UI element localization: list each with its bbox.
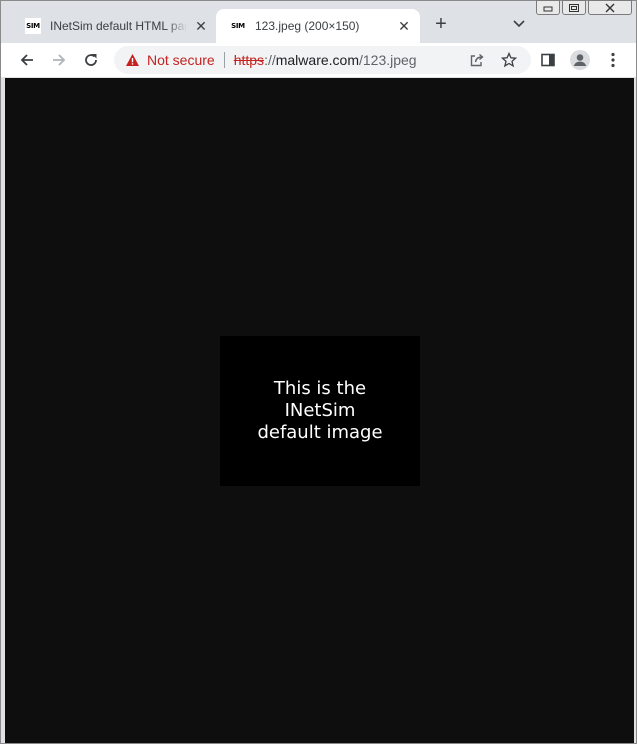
reload-icon [85,54,97,66]
tab-search-button[interactable] [509,13,529,35]
displayed-image: This is the INetSim default image [220,336,420,486]
back-arrow-icon [20,54,33,66]
warning-triangle-icon[interactable] [124,52,140,68]
share-icon [470,53,484,67]
tab-strip: SIM INetSim default HTML page ✕ SIM 123.… [1,0,636,43]
tab-inetsim-html[interactable]: SIM INetSim default HTML page ✕ [11,9,217,43]
page-viewport: This is the INetSim default image [5,78,634,743]
profile-button[interactable] [566,46,594,74]
kebab-menu-icon [611,52,615,68]
side-panel-icon [541,53,555,67]
inetsim-favicon-icon: SIM [25,18,41,34]
back-button[interactable] [13,46,41,74]
forward-button[interactable] [45,46,73,74]
chevron-down-icon [513,20,525,28]
url-separator: :// [264,52,276,68]
minimize-button[interactable] [536,0,560,15]
inetsim-favicon-icon: SIM [230,18,246,34]
close-tab-icon[interactable]: ✕ [396,18,412,34]
menu-button[interactable] [599,46,627,74]
url-text[interactable]: https://malware.com/123.jpeg [234,52,417,68]
tab-title: INetSim default HTML page [50,19,187,33]
bookmark-button[interactable] [498,49,520,71]
divider [223,52,225,68]
forward-arrow-icon [53,54,66,66]
reload-button[interactable] [77,46,105,74]
share-button[interactable] [466,49,488,71]
window-controls [536,0,632,16]
image-caption: This is the INetSim default image [257,378,383,443]
side-panel-button[interactable] [534,46,562,74]
close-tab-icon[interactable]: ✕ [193,18,209,34]
close-window-button[interactable] [588,0,632,15]
tab-title: 123.jpeg (200×150) [255,19,360,33]
url-scheme: https [233,52,265,68]
tab-123-jpeg[interactable]: SIM 123.jpeg (200×150) ✕ [216,9,420,43]
avatar-icon [570,50,590,70]
new-tab-button[interactable]: + [430,13,452,35]
url-host: malware.com [275,52,359,68]
url-path: /123.jpeg [358,52,417,68]
maximize-button[interactable] [562,0,586,15]
browser-window: SIM INetSim default HTML page ✕ SIM 123.… [0,0,637,744]
address-bar[interactable]: Not secure https://malware.com/123.jpeg [114,46,531,74]
close-icon [605,3,615,12]
security-label[interactable]: Not secure [147,52,215,68]
toolbar: Not secure https://malware.com/123.jpeg [1,43,636,77]
minimize-icon [543,6,553,11]
restore-icon [569,3,579,12]
star-icon [501,52,517,68]
